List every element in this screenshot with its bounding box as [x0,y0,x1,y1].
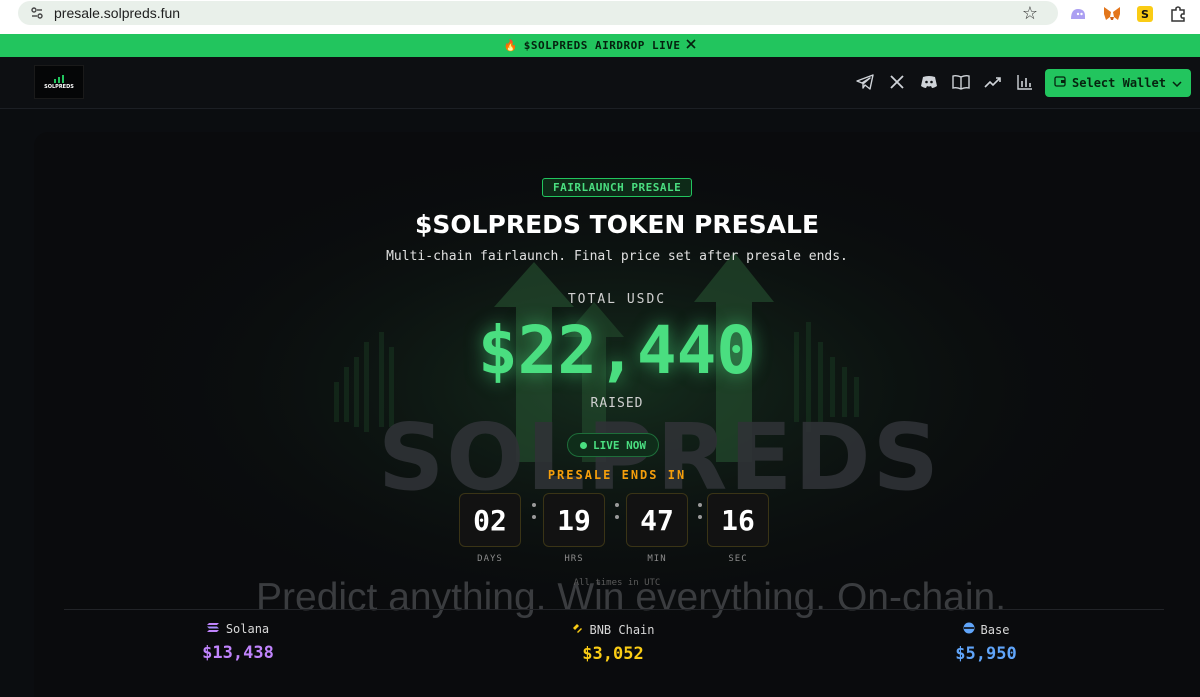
countdown-hours-value: 19 [543,493,605,547]
live-label: LIVE NOW [593,438,646,452]
countdown-seconds: 16 SEC [707,493,769,564]
countdown-minutes-label: MIN [647,554,667,564]
discord-icon[interactable] [918,71,940,93]
countdown-separator [531,503,537,519]
metamask-icon[interactable] [1102,4,1122,24]
chart-icon[interactable] [1014,71,1036,93]
countdown-days: 02 DAYS [459,493,521,564]
countdown-seconds-label: SEC [728,554,748,564]
chevron-down-icon [1172,76,1182,90]
url-text[interactable]: presale.solpreds.fun [54,5,180,21]
x-icon[interactable] [886,71,908,93]
chain-value-solana: $13,438 [202,643,274,663]
solpreds-extension-icon[interactable]: S [1135,4,1155,24]
chain-value-base: $5,950 [955,644,1017,664]
bookmark-star-icon[interactable]: ☆ [1022,3,1038,24]
solana-icon [206,622,220,636]
fairlaunch-badge: FAIRLAUNCH PRESALE [542,178,693,197]
total-raised-amount: $22,440 [477,312,757,389]
x-logo-icon[interactable] [686,39,697,52]
banner-text: $SOLPREDS AIRDROP LIVE [523,39,681,52]
presale-ends-label: PRESALE ENDS IN [547,468,687,482]
airdrop-banner[interactable]: 🔥 $SOLPREDS AIRDROP LIVE [0,34,1200,57]
browser-toolbar: presale.solpreds.fun ☆ S [0,0,1200,34]
countdown-minutes-value: 47 [626,493,688,547]
trending-icon[interactable] [982,71,1004,93]
site-info-icon[interactable] [28,4,46,22]
total-usdc-label: TOTAL USDC [567,292,667,307]
utc-note: All times in UTC [573,578,661,588]
countdown-timer: 02 DAYS 19 HRS 47 MIN 16 SEC [459,493,769,564]
logo-bars-icon [54,74,64,83]
presale-card: SOLPREDS Predict anything. Win everythin… [34,132,1200,697]
logo-text: SOLPREDS [44,83,74,90]
divider [64,609,1164,610]
chain-name-solana: Solana [225,622,270,636]
live-status-badge: LIVE NOW [567,433,659,457]
svg-text:S: S [1141,8,1149,21]
site-logo[interactable]: SOLPREDS [34,65,84,99]
raised-label: RAISED [590,396,644,411]
book-icon[interactable] [950,71,972,93]
countdown-days-label: DAYS [477,554,503,564]
countdown-separator [614,503,620,519]
wallet-button-label: Select Wallet [1072,76,1166,90]
chain-name-base: Base [980,622,1010,637]
address-bar[interactable]: presale.solpreds.fun ☆ [18,1,1058,25]
page-title: $SOLPREDS TOKEN PRESALE [414,210,820,239]
countdown-hours: 19 HRS [543,493,605,564]
chain-value-bnb: $3,052 [582,644,644,664]
countdown-minutes: 47 MIN [626,493,688,564]
social-nav [854,71,1036,93]
chain-bnb: BNB Chain $3,052 [533,622,693,664]
chain-base: Base $5,950 [906,622,1066,664]
page-subtitle: Multi-chain fairlaunch. Final price set … [386,249,848,264]
bnb-icon [571,622,583,637]
site-header: SOLPREDS Select Wallet [0,57,1200,109]
fire-icon: 🔥 [503,39,518,52]
live-dot-icon [580,441,587,449]
base-icon [963,622,975,637]
extension-ghost-icon[interactable] [1068,4,1088,24]
countdown-seconds-value: 16 [707,493,769,547]
chain-name-bnb: BNB Chain [589,622,655,637]
countdown-hours-label: HRS [564,554,584,564]
wallet-icon [1054,76,1066,90]
extensions-puzzle-icon[interactable] [1168,4,1188,24]
telegram-icon[interactable] [854,71,876,93]
countdown-days-value: 02 [459,493,521,547]
countdown-separator [697,503,703,519]
chain-solana: Solana $13,438 [158,622,318,663]
select-wallet-button[interactable]: Select Wallet [1045,69,1191,97]
